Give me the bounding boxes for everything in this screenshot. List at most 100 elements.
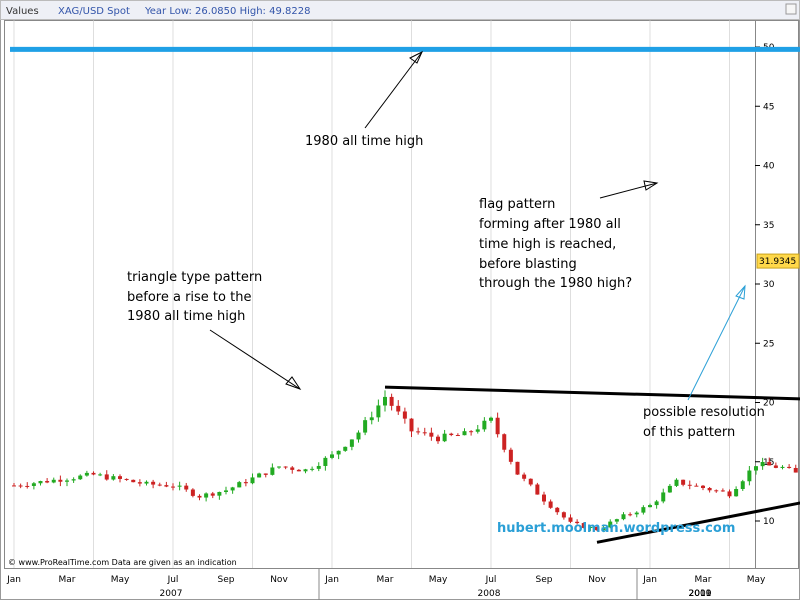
candle-body: [137, 482, 142, 484]
annotation-resolution-2: of this pattern: [643, 425, 735, 440]
annotation-flag-4: before blasting: [479, 257, 577, 272]
last-price-marker: 31.9345: [756, 253, 800, 269]
y-tick-label: 40: [763, 162, 775, 172]
candle-body: [396, 405, 401, 412]
candle-body: [210, 493, 215, 496]
candle-body: [65, 480, 69, 482]
x-year-label: 2008: [478, 589, 501, 599]
candle-body: [475, 429, 480, 432]
header-series-name: XAG/USD Spot: [58, 6, 130, 17]
candle-body: [290, 467, 295, 470]
candle-body: [349, 439, 354, 447]
silver-price-chart: Values XAG/USD Spot Year Low: 26.0850 Hi…: [0, 0, 800, 600]
candle-body: [561, 512, 566, 518]
candle-body: [237, 482, 242, 488]
candle-body: [773, 465, 778, 468]
x-tick-label: Jul: [167, 575, 179, 585]
candle-body: [303, 469, 308, 472]
candle-body: [31, 483, 36, 486]
x-year-label: 2007: [160, 589, 183, 599]
candle-body: [740, 481, 745, 489]
candle-body: [469, 431, 474, 433]
candle-body: [91, 472, 96, 475]
candle-body: [38, 481, 43, 484]
header-close-icon[interactable]: [785, 3, 797, 15]
candle-body: [270, 467, 275, 475]
candle-body: [151, 481, 156, 485]
candle-body: [144, 481, 149, 484]
candle-body: [323, 457, 328, 466]
candle-body: [204, 493, 209, 498]
x-tick-label: Jul: [485, 575, 497, 585]
candle-body: [495, 417, 500, 435]
plot-area: [4, 20, 756, 569]
candle-body: [654, 501, 659, 506]
candle-body: [621, 514, 626, 520]
candle-body: [422, 432, 427, 434]
candle-body: [707, 488, 712, 491]
candle-body: [502, 434, 507, 450]
candle-body: [747, 470, 752, 482]
candle-body: [528, 478, 533, 485]
candle-body: [45, 481, 50, 483]
y-tick-label: 25: [763, 339, 774, 349]
candle-body: [694, 485, 699, 487]
x-tick-label: Sep: [536, 575, 553, 585]
candle-body: [548, 501, 553, 508]
candle-body: [535, 484, 540, 495]
candle-body: [336, 450, 341, 455]
candle-body: [71, 479, 76, 481]
candle-body: [383, 396, 387, 406]
candle-body: [164, 485, 169, 487]
candle-body: [760, 461, 765, 467]
candle-body: [369, 417, 374, 421]
annotation-flag-2: forming after 1980 all: [479, 217, 621, 232]
candle-body: [455, 435, 460, 437]
x-tick-label: Jan: [642, 575, 657, 585]
candle-body: [376, 405, 381, 418]
candle-body: [522, 474, 527, 479]
annotation-flag-1: flag pattern: [479, 197, 555, 212]
candle-body: [177, 485, 182, 487]
candle-body: [84, 472, 89, 476]
x-year-label: 2011: [689, 589, 712, 599]
y-tick-label: 10: [763, 517, 775, 527]
candle-body: [714, 490, 719, 492]
y-tick-label: 45: [763, 102, 774, 112]
candle-body: [429, 432, 434, 437]
candle-body: [263, 473, 268, 475]
candle-body: [482, 420, 487, 430]
candle-body: [217, 491, 222, 496]
candle-body: [508, 449, 513, 462]
x-tick-label: May: [747, 575, 766, 585]
candle-body: [409, 418, 414, 432]
candle-body: [230, 487, 235, 491]
candle-body: [628, 514, 633, 516]
candle-body: [250, 477, 255, 484]
candle-body: [515, 461, 520, 475]
candle-body: [224, 490, 228, 492]
candle-body: [124, 478, 129, 480]
candle-body: [754, 466, 758, 471]
x-tick-label: Jan: [6, 575, 21, 585]
candle-body: [436, 436, 440, 442]
candle-body: [720, 490, 725, 492]
x-tick-label: Sep: [218, 575, 235, 585]
candle-body: [402, 411, 407, 419]
annotation-resolution-1: possible resolution: [643, 405, 765, 420]
x-tick-label: Mar: [377, 575, 394, 585]
candle-body: [12, 485, 16, 487]
candle-body: [780, 466, 785, 468]
candle-body: [667, 485, 672, 493]
candle-body: [316, 465, 321, 469]
x-tick-label: Mar: [695, 575, 712, 585]
x-tick-label: Nov: [270, 575, 288, 585]
candle-body: [648, 505, 652, 508]
watermark: hubert.moolman.wordpress.com: [497, 521, 735, 536]
candle-body: [111, 476, 116, 480]
footer-copyright: © www.ProRealTime.com Data are given as …: [8, 558, 237, 567]
x-tick-label: Jan: [324, 575, 339, 585]
candle-body: [389, 396, 394, 406]
annotation-triangle-3: 1980 all time high: [127, 309, 245, 324]
x-tick-label: May: [429, 575, 448, 585]
